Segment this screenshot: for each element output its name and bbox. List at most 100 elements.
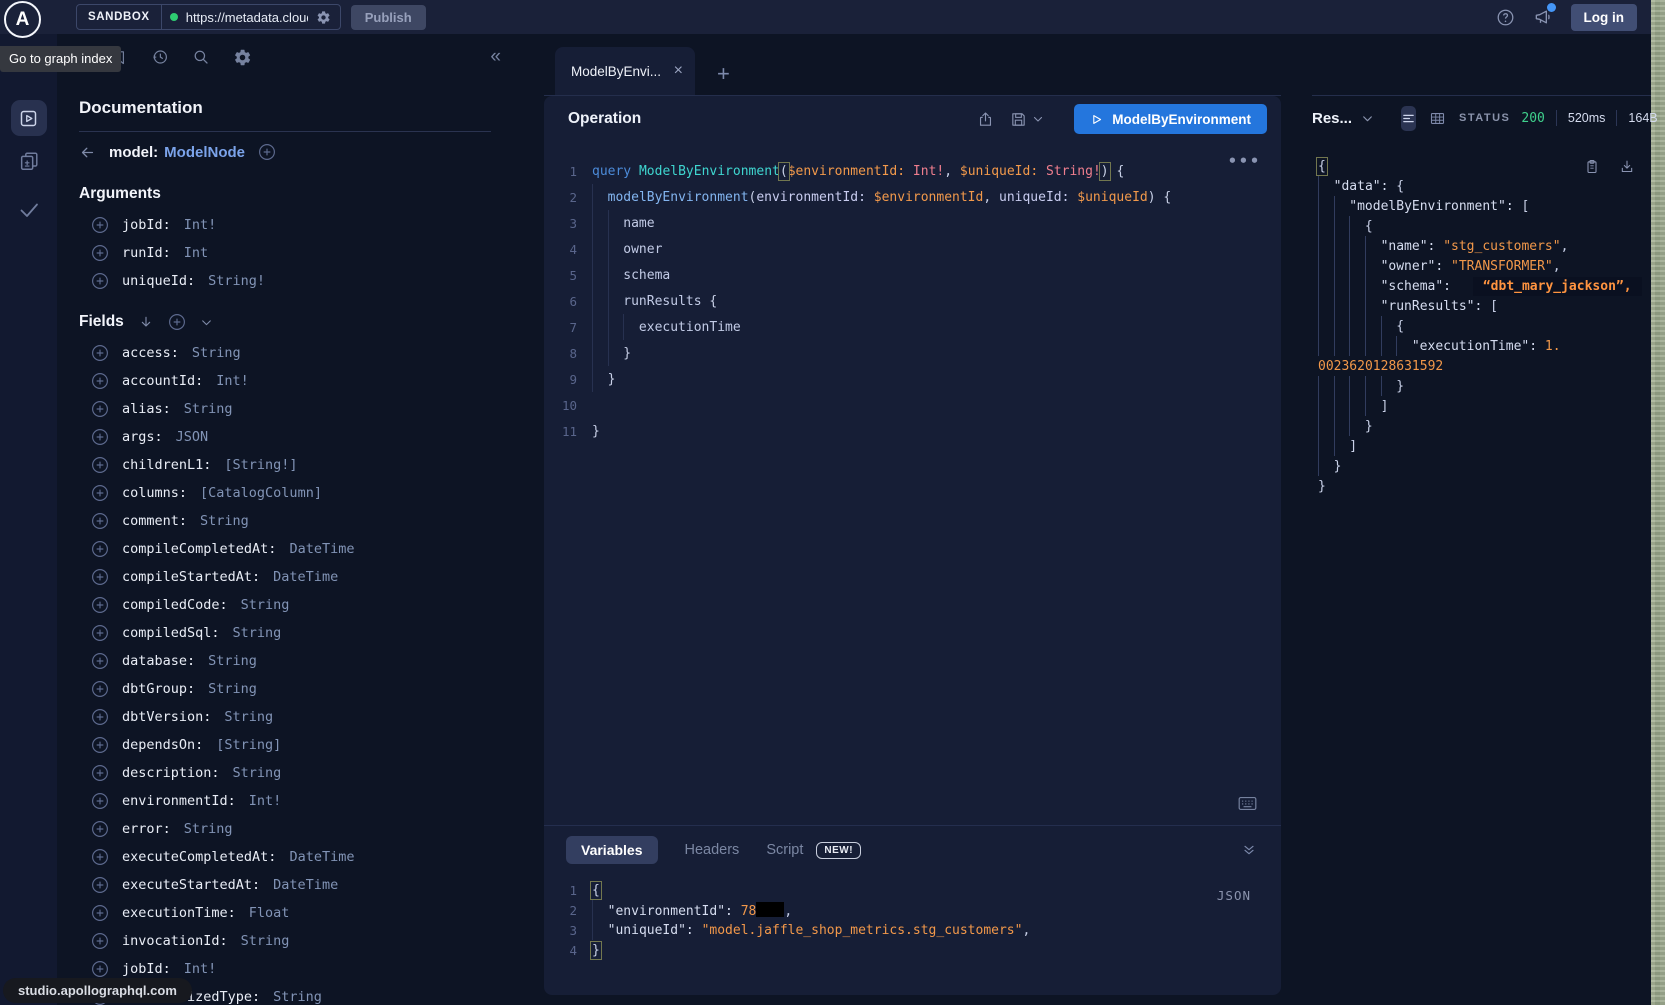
response-title-dropdown[interactable]: Res... <box>1312 110 1374 127</box>
status-code: 200 <box>1521 111 1544 126</box>
add-to-operation-icon[interactable] <box>91 792 109 810</box>
add-to-operation-icon[interactable] <box>91 624 109 642</box>
download-response-icon[interactable] <box>1619 158 1635 175</box>
sort-down-icon[interactable] <box>138 314 154 330</box>
operation-editor[interactable]: ••• 1query ModelByEnvironment($environme… <box>544 142 1281 825</box>
add-to-operation-icon[interactable] <box>91 848 109 866</box>
add-to-operation-icon[interactable] <box>91 372 109 390</box>
field-row[interactable]: error:String <box>79 815 491 843</box>
field-row[interactable]: childrenL1:[String!] <box>79 451 491 479</box>
table-view-button[interactable] <box>1429 110 1446 127</box>
add-to-operation-icon[interactable] <box>91 820 109 838</box>
add-to-operation-icon[interactable] <box>91 568 109 586</box>
field-row[interactable]: compileCompletedAt:DateTime <box>79 535 491 563</box>
add-to-operation-icon[interactable] <box>91 652 109 670</box>
add-to-operation-icon[interactable] <box>258 143 276 161</box>
add-to-operation-icon[interactable] <box>91 960 109 978</box>
field-row[interactable]: columns:[CatalogColumn] <box>79 479 491 507</box>
back-arrow-icon[interactable] <box>79 144 96 161</box>
collapse-panel-icon[interactable]: « <box>490 46 501 68</box>
add-to-operation-icon[interactable] <box>91 456 109 474</box>
endpoint-settings-gear-icon[interactable] <box>316 10 331 25</box>
field-name: executeStartedAt: <box>122 877 260 893</box>
add-to-operation-icon[interactable] <box>91 680 109 698</box>
publish-button[interactable]: Publish <box>351 5 426 30</box>
field-row[interactable]: compiledSql:String <box>79 619 491 647</box>
add-to-operation-icon[interactable] <box>91 428 109 446</box>
share-icon[interactable] <box>977 111 994 128</box>
new-badge: NEW! <box>816 842 861 859</box>
add-to-operation-icon[interactable] <box>91 736 109 754</box>
chevron-down-icon[interactable] <box>200 316 213 329</box>
field-row[interactable]: database:String <box>79 647 491 675</box>
add-to-operation-icon[interactable] <box>91 512 109 530</box>
field-row[interactable]: compileStartedAt:DateTime <box>79 563 491 591</box>
collapse-variables-icon[interactable] <box>1241 842 1257 858</box>
tab-headers[interactable]: Headers <box>685 842 740 858</box>
login-button[interactable]: Log in <box>1571 4 1638 31</box>
tab-script[interactable]: Script <box>766 842 803 858</box>
keyboard-shortcuts-icon[interactable] <box>1238 796 1257 811</box>
add-to-operation-icon[interactable] <box>91 764 109 782</box>
tab-variables[interactable]: Variables <box>566 836 658 864</box>
field-row[interactable]: jobId:Int! <box>79 211 491 239</box>
add-to-operation-icon[interactable] <box>91 244 109 262</box>
field-row[interactable]: executeCompletedAt:DateTime <box>79 843 491 871</box>
field-row[interactable]: uniqueId:String! <box>79 267 491 295</box>
add-to-operation-icon[interactable] <box>91 540 109 558</box>
add-to-operation-icon[interactable] <box>91 596 109 614</box>
tab-close-icon[interactable]: × <box>674 62 683 80</box>
schema-nav-icon[interactable] <box>18 150 40 172</box>
operation-tab[interactable]: ModelByEnvi... × <box>555 47 695 95</box>
search-icon[interactable] <box>192 48 210 66</box>
field-row[interactable]: runId:Int <box>79 239 491 267</box>
add-to-operation-icon[interactable] <box>91 216 109 234</box>
field-row[interactable]: accountId:Int! <box>79 367 491 395</box>
add-to-operation-icon[interactable] <box>91 400 109 418</box>
field-row[interactable]: comment:String <box>79 507 491 535</box>
add-to-operation-icon[interactable] <box>91 484 109 502</box>
field-row[interactable]: compiledCode:String <box>79 591 491 619</box>
explorer-settings-gear-icon[interactable] <box>233 48 252 67</box>
field-row[interactable]: executionTime:Float <box>79 899 491 927</box>
field-row[interactable]: access:String <box>79 339 491 367</box>
line-number: 9 <box>544 372 592 387</box>
endpoint-url-cell[interactable]: https://metadata.cloud.get <box>162 5 340 29</box>
field-row[interactable]: invocationId:String <box>79 927 491 955</box>
editor-menu-icon[interactable]: ••• <box>1228 152 1261 170</box>
field-row[interactable]: executeStartedAt:DateTime <box>79 871 491 899</box>
field-row[interactable]: alias:String <box>79 395 491 423</box>
status-label: STATUS <box>1459 112 1510 124</box>
raw-view-button[interactable] <box>1401 106 1416 131</box>
save-chevron-icon[interactable] <box>1032 113 1044 125</box>
save-icon[interactable] <box>1010 111 1027 128</box>
add-to-operation-icon[interactable] <box>91 904 109 922</box>
add-to-operation-icon[interactable] <box>91 344 109 362</box>
endpoint-url-input[interactable]: https://metadata.cloud.get <box>186 10 308 25</box>
field-row[interactable]: args:JSON <box>79 423 491 451</box>
add-to-operation-icon[interactable] <box>91 272 109 290</box>
checks-nav-icon[interactable] <box>17 198 41 222</box>
add-to-operation-icon[interactable] <box>168 313 186 331</box>
response-body[interactable]: {"data": {"modelByEnvironment": [{"name"… <box>1312 140 1651 1005</box>
breadcrumb-type-link[interactable]: ModelNode <box>164 144 245 161</box>
field-row[interactable]: environmentId:Int! <box>79 787 491 815</box>
copy-response-icon[interactable] <box>1584 158 1600 175</box>
code-line: "data": { <box>1318 176 1651 196</box>
add-to-operation-icon[interactable] <box>91 932 109 950</box>
field-type: Int <box>184 245 208 261</box>
response-top-gap <box>1312 34 1651 96</box>
explorer-nav-active[interactable] <box>11 100 47 136</box>
help-icon[interactable] <box>1496 8 1515 27</box>
add-to-operation-icon[interactable] <box>91 708 109 726</box>
field-row[interactable]: dbtGroup:String <box>79 675 491 703</box>
add-to-operation-icon[interactable] <box>91 876 109 894</box>
history-icon[interactable] <box>151 48 169 66</box>
field-row[interactable]: dbtVersion:String <box>79 703 491 731</box>
field-row[interactable]: description:String <box>79 759 491 787</box>
variables-editor[interactable]: JSON 1{2"environmentId": 78,3"uniqueId":… <box>544 868 1281 995</box>
apollo-logo[interactable]: A <box>4 1 41 38</box>
run-operation-button[interactable]: ModelByEnvironment <box>1074 104 1267 134</box>
field-row[interactable]: dependsOn:[String] <box>79 731 491 759</box>
new-tab-icon[interactable]: + <box>717 63 730 85</box>
